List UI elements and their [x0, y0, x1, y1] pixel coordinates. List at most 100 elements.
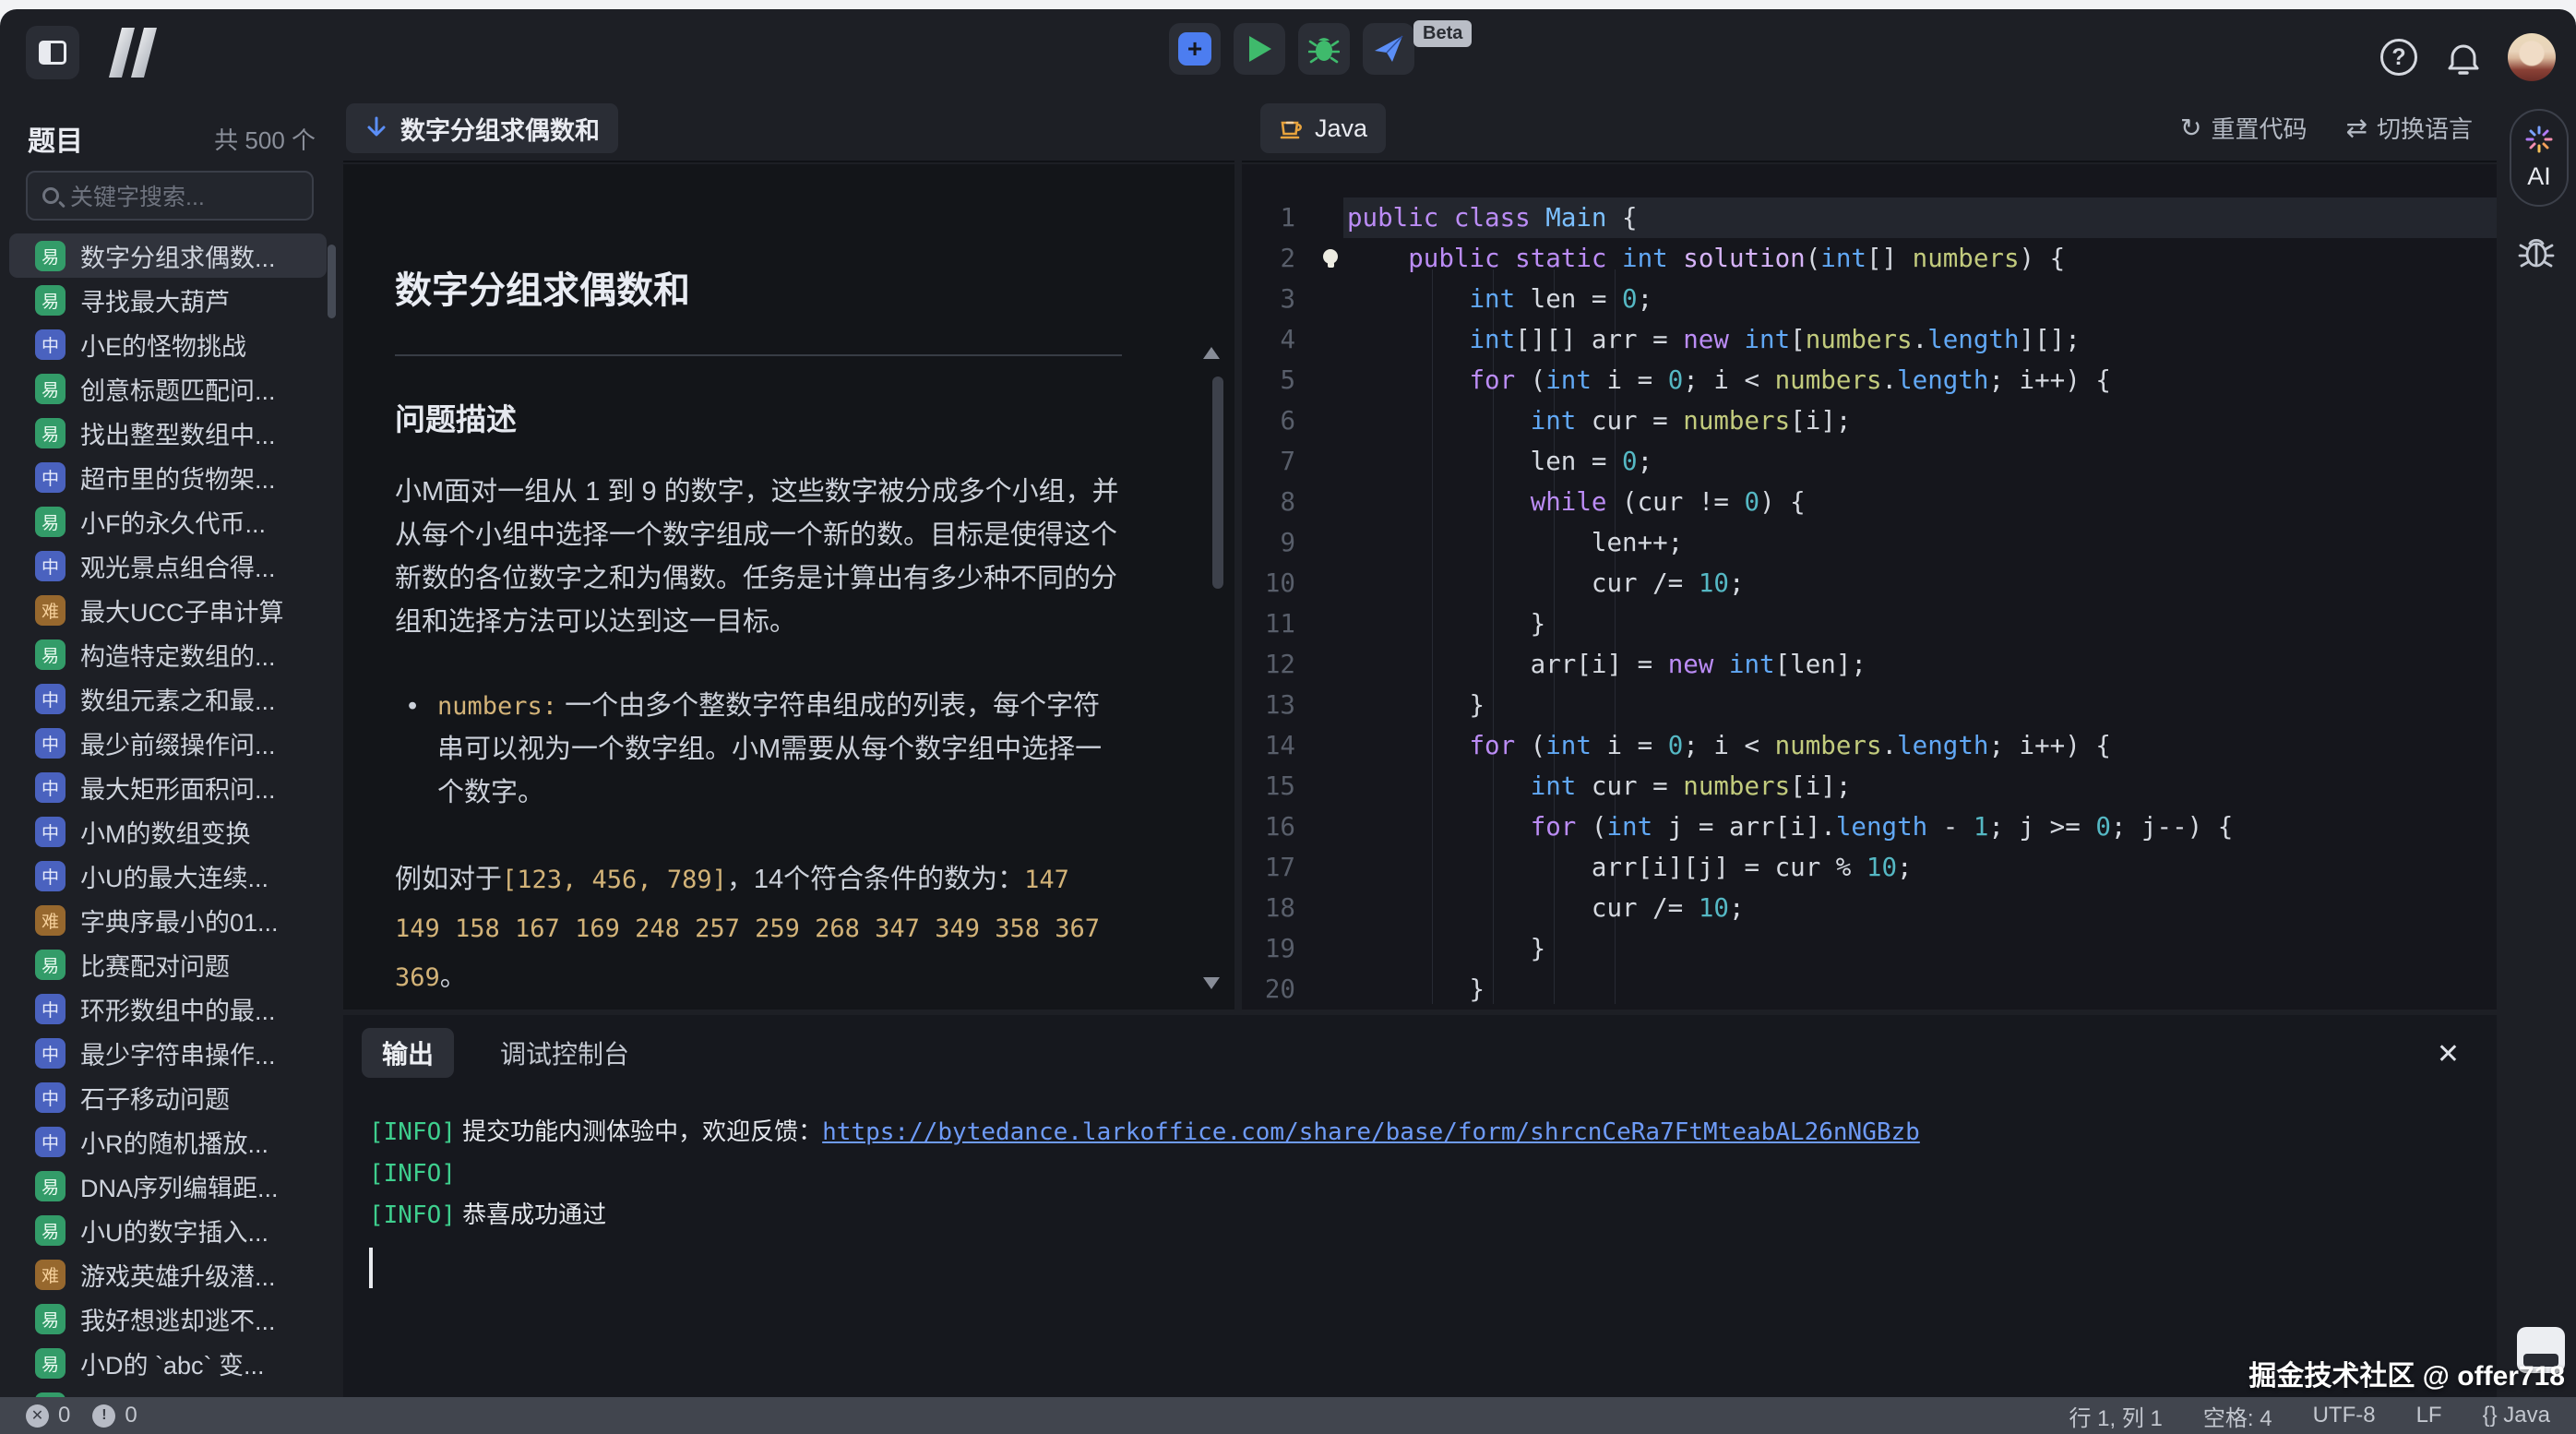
- problem-list-item[interactable]: 中 小U的最大连续...: [9, 854, 327, 898]
- problem-list-item[interactable]: 易 构造特定数组的...: [9, 632, 327, 676]
- problem-list-item[interactable]: 易 比赛配对问题: [9, 942, 327, 986]
- problem-list-item[interactable]: 中 超市里的货物架...: [9, 455, 327, 499]
- status-item[interactable]: 行 1, 列 1: [2069, 1400, 2163, 1432]
- problem-list-item[interactable]: 中 小E的怪物挑战: [9, 322, 327, 366]
- notifications-button[interactable]: [2443, 37, 2484, 78]
- problem-list-item[interactable]: 易 数字分组求偶数...: [9, 233, 327, 278]
- tab-debug-console[interactable]: 调试控制台: [480, 1028, 650, 1078]
- scroll-down-arrow[interactable]: [1203, 977, 1220, 989]
- help-button[interactable]: ?: [2380, 39, 2417, 76]
- problem-list-item[interactable]: 难 字典序最小的01...: [9, 898, 327, 942]
- problem-list-item[interactable]: 中 石子移动问题: [9, 1075, 327, 1119]
- code-line[interactable]: 18 cur /= 10;: [1242, 888, 2497, 928]
- code-line[interactable]: 1 public class Main {: [1242, 197, 2497, 238]
- debug-panel-button[interactable]: [2517, 233, 2556, 276]
- description-scrollbar[interactable]: [1212, 376, 1223, 589]
- problem-list-item[interactable]: 易 DNA序列编辑距...: [9, 1164, 327, 1208]
- status-item[interactable]: {} Java: [2483, 1403, 2550, 1428]
- status-item[interactable]: 空格: 4: [2203, 1400, 2272, 1432]
- reset-code-button[interactable]: ↻ 重置代码: [2180, 111, 2307, 145]
- code-line[interactable]: 13 }: [1242, 685, 2497, 725]
- problem-list-item[interactable]: 易: [9, 1385, 327, 1397]
- line-number: 18: [1242, 888, 1319, 928]
- problem-list-item[interactable]: 中 最少前缀操作问...: [9, 721, 327, 765]
- submit-button[interactable]: [1363, 23, 1414, 75]
- code-line[interactable]: 5 for (int i = 0; i < numbers.length; i+…: [1242, 360, 2497, 400]
- problem-list-item[interactable]: 中 环形数组中的最...: [9, 986, 327, 1031]
- problem-list-item[interactable]: 易 找出整型数组中...: [9, 411, 327, 455]
- question-icon: ?: [2391, 44, 2405, 71]
- problem-list-item[interactable]: 中 数组元素之和最...: [9, 676, 327, 721]
- problem-title: 小F的永久代币...: [80, 504, 266, 540]
- code-editor[interactable]: 1 public class Main { 2 public static in…: [1242, 164, 2497, 1010]
- code-line[interactable]: 2 public static int solution(int[] numbe…: [1242, 238, 2497, 279]
- problem-title: 游戏英雄升级潜...: [80, 1257, 276, 1293]
- watermark: 掘金技术社区 @ offer718: [2248, 1353, 2565, 1393]
- code-line[interactable]: 7 len = 0;: [1242, 441, 2497, 482]
- error-icon: ✕: [26, 1404, 49, 1428]
- inline-code: numbers:: [437, 692, 557, 721]
- error-count: 0: [58, 1403, 70, 1428]
- lightbulb-icon[interactable]: [1323, 249, 1338, 264]
- sidebar-toggle-button[interactable]: [26, 26, 79, 79]
- status-item[interactable]: LF: [2416, 1403, 2442, 1428]
- ai-assistant-button[interactable]: AI: [2510, 109, 2569, 207]
- code-line[interactable]: 3 int len = 0;: [1242, 279, 2497, 319]
- problems-status[interactable]: ✕ 0 ! 0: [26, 1403, 150, 1428]
- code-line[interactable]: 11 }: [1242, 603, 2497, 644]
- problem-example: 例如对于[123, 456, 789]，14个符合条件的数为：147 149 1…: [395, 855, 1122, 1002]
- code-line[interactable]: 10 cur /= 10;: [1242, 563, 2497, 603]
- feedback-link[interactable]: https://bytedance.larkoffice.com/share/b…: [822, 1118, 1920, 1146]
- section-problem-desc: 问题描述: [395, 395, 1122, 439]
- tab-language-java[interactable]: Java: [1260, 103, 1386, 153]
- logo-m-icon: [100, 28, 166, 78]
- problem-list-item[interactable]: 难 游戏英雄升级潜...: [9, 1252, 327, 1297]
- problem-list-item[interactable]: 中 最少字符串操作...: [9, 1031, 327, 1075]
- run-button[interactable]: [1234, 23, 1285, 75]
- code-line[interactable]: 8 while (cur != 0) {: [1242, 482, 2497, 522]
- problem-list-item[interactable]: 难 最大UCC子串计算: [9, 588, 327, 632]
- output-panel: 输出 调试控制台 ✕ [INFO] 提交功能内测体验中，欢迎反馈：https:/…: [343, 1015, 2497, 1406]
- problem-list-item[interactable]: 易 寻找最大葫芦: [9, 278, 327, 322]
- problem-list-item[interactable]: 易 小U的数字插入...: [9, 1208, 327, 1252]
- problem-list-item[interactable]: 易 小F的永久代币...: [9, 499, 327, 544]
- problem-title: 小R的随机播放...: [80, 1124, 268, 1160]
- status-item[interactable]: UTF-8: [2313, 1403, 2376, 1428]
- problem-list-item[interactable]: 易 小D的 `abc` 变...: [9, 1341, 327, 1385]
- problem-list-item[interactable]: 中 小M的数组变换: [9, 809, 327, 854]
- difficulty-badge: 中: [35, 772, 66, 803]
- problem-list-item[interactable]: 易 创意标题匹配问...: [9, 366, 327, 411]
- difficulty-badge: 易: [35, 1348, 66, 1379]
- code-line[interactable]: 17 arr[i][j] = cur % 10;: [1242, 847, 2497, 888]
- editor-tab-bar: Java ↻ 重置代码 ⇄ 切换语言: [1242, 92, 2497, 162]
- tab-output[interactable]: 输出: [362, 1028, 454, 1078]
- code-line[interactable]: 16 for (int j = arr[i].length - 1; j >= …: [1242, 807, 2497, 847]
- switch-language-button[interactable]: ⇄ 切换语言: [2346, 111, 2473, 145]
- scroll-up-arrow[interactable]: [1203, 347, 1220, 359]
- problem-list-item[interactable]: 中 小R的随机播放...: [9, 1119, 327, 1164]
- new-file-button[interactable]: +: [1169, 23, 1221, 75]
- code-line[interactable]: 4 int[][] arr = new int[numbers.length][…: [1242, 319, 2497, 360]
- difficulty-badge: 易: [35, 507, 66, 537]
- code-line[interactable]: 14 for (int i = 0; i < numbers.length; i…: [1242, 725, 2497, 766]
- search-input[interactable]: 关键字搜索...: [26, 171, 314, 221]
- code-line[interactable]: 15 int cur = numbers[i];: [1242, 766, 2497, 807]
- problem-list-item[interactable]: 中 最大矩形面积问...: [9, 765, 327, 809]
- problem-list-item[interactable]: 易 我好想逃却逃不...: [9, 1297, 327, 1341]
- line-code: cur /= 10;: [1319, 563, 1745, 603]
- avatar[interactable]: [2508, 33, 2556, 81]
- tab-problem[interactable]: 数字分组求偶数和: [346, 103, 618, 153]
- sidebar-scrollbar[interactable]: [328, 245, 336, 318]
- line-number: 4: [1242, 319, 1319, 360]
- code-line[interactable]: 20 }: [1242, 969, 2497, 1010]
- code-line[interactable]: 19 }: [1242, 928, 2497, 969]
- close-panel-button[interactable]: ✕: [2437, 1041, 2460, 1069]
- code-line[interactable]: 9 len++;: [1242, 522, 2497, 563]
- code-line[interactable]: 6 int cur = numbers[i];: [1242, 400, 2497, 441]
- line-number: 14: [1242, 725, 1319, 766]
- code-line[interactable]: 12 arr[i] = new int[len];: [1242, 644, 2497, 685]
- problem-list: 易 数字分组求偶数... 易 寻找最大葫芦 中 小E的怪物挑战 易 创意标题匹配…: [9, 233, 327, 1397]
- debug-button[interactable]: [1298, 23, 1350, 75]
- problem-list-item[interactable]: 中 观光景点组合得...: [9, 544, 327, 588]
- problem-title: 字典序最小的01...: [80, 902, 279, 938]
